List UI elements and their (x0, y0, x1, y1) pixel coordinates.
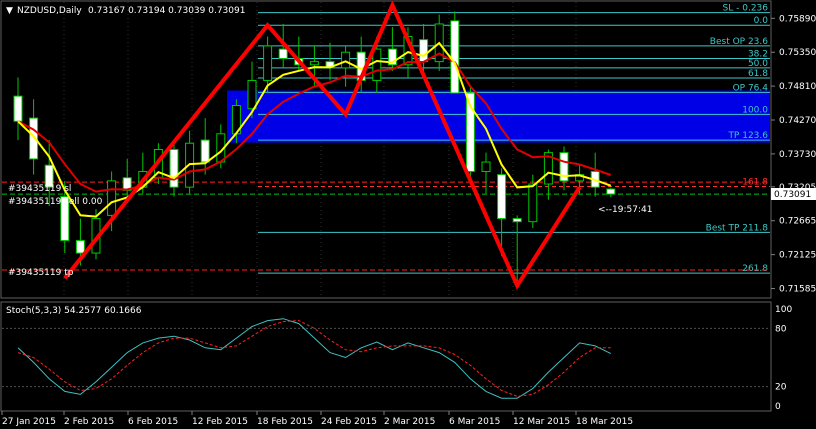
candle-bear (512, 218, 522, 223)
chart-window[interactable]: SL - 0.236 0.0 Best OP 23.6 38.2 50.0 61.8 OP … (0, 0, 816, 429)
time-tick-label: 2 Feb 2015 (64, 417, 114, 427)
time-tick-label: 6 Feb 2015 (128, 417, 178, 427)
price-tick-label: 0.74810 (779, 82, 816, 92)
time-tick-label: 18 Mar 2015 (576, 417, 633, 427)
current-price-label: 0.73091 (774, 190, 811, 200)
fib-label: Best TP 211.8 (706, 223, 769, 233)
fib-label: 261.8 (742, 264, 768, 274)
stoch-panel-border (0, 301, 772, 412)
time-tick-label: 27 Jan 2015 (2, 417, 56, 427)
stoch-level-label: 20 (775, 383, 787, 393)
chart-svg[interactable]: SL - 0.2360.0Best OP 23.638.250.061.8OP … (0, 0, 816, 429)
fib-label: Best OP 23.6 (710, 37, 768, 47)
stoch-level-label: 0 (775, 402, 781, 412)
fib-label: TP 123.6 (727, 131, 768, 141)
price-tick-label: 0.71585 (779, 285, 816, 295)
time-tick-label: 12 Feb 2015 (192, 417, 248, 427)
order-sl-label: #39435119 sl (8, 184, 71, 194)
order-sell-label: #39435119 sell 0.00 (8, 197, 103, 207)
candle-bull (481, 161, 491, 172)
symbol-title: NZDUSD,Daily (17, 6, 82, 16)
candle-bull (372, 48, 382, 81)
time-tick-label: 18 Feb 2015 (257, 417, 313, 427)
price-tick-label: 0.75890 (779, 14, 816, 24)
candle-bull (528, 183, 538, 223)
stoch-level-label: 100 (775, 305, 792, 315)
candle-bear (75, 240, 85, 254)
fib-label: SL - 0.236 (723, 4, 769, 14)
price-tick-label: 0.72125 (779, 251, 816, 261)
ohlc-readout: 0.73167 0.73194 0.73039 0.73091 (88, 6, 245, 16)
stoch-level-label: 80 (775, 324, 787, 334)
candle-countdown: <--19:57:41 (598, 205, 652, 215)
candle-bear (606, 188, 616, 195)
fib-label: OP 76.4 (733, 83, 769, 93)
time-tick-label: 6 Mar 2015 (449, 417, 500, 427)
time-tick-label: 2 Mar 2015 (384, 417, 435, 427)
header-dropdown-icon[interactable]: ▼ (6, 6, 13, 16)
candle-bull (263, 45, 273, 81)
order-tp-label: #39435119 tp (8, 268, 74, 278)
fib-label: 100.0 (742, 105, 768, 115)
candle-bear (169, 149, 179, 188)
candle-bear (419, 39, 429, 63)
fib-label: 50.0 (748, 59, 768, 69)
candle-bear (497, 174, 507, 220)
fib-label: 0.0 (754, 16, 769, 26)
fib-label: 61.8 (748, 69, 768, 79)
candle-bear (278, 48, 288, 59)
candle-bull (341, 51, 351, 69)
price-tick-label: 0.75350 (779, 48, 816, 58)
candle-bull (107, 180, 117, 216)
stoch-signal-line (17, 320, 611, 397)
time-tick-label: 12 Mar 2015 (513, 417, 570, 427)
price-tick-label: 0.72665 (779, 217, 816, 227)
op-tp-zone (227, 90, 770, 143)
candle-bull (309, 61, 319, 66)
price-tick-label: 0.74270 (779, 116, 816, 126)
stoch-title: Stoch(5,3,3) 54.2577 60.1666 (6, 306, 142, 316)
candle-bear (450, 20, 460, 94)
zigzag-pattern (63, 0, 582, 290)
candle-bear (13, 95, 23, 122)
candle-bull (247, 79, 257, 110)
price-tick-label: 0.73730 (779, 150, 816, 160)
candle-bear (200, 139, 210, 163)
time-tick-label: 24 Feb 2015 (321, 417, 377, 427)
